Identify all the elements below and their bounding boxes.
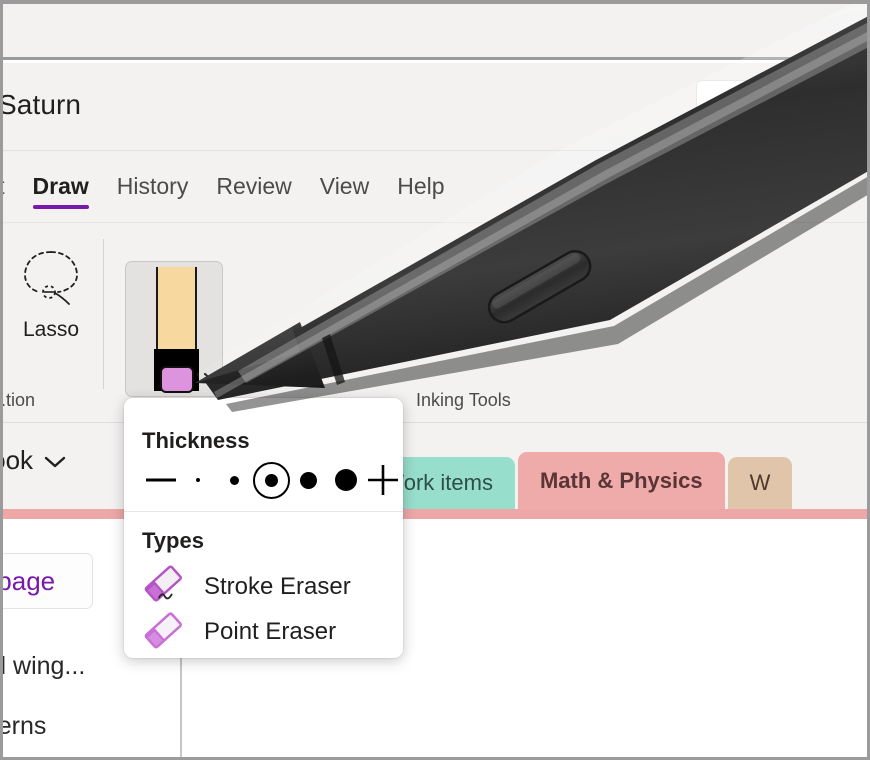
thickness-option-1[interactable] (179, 460, 216, 500)
section-tab-math-physics[interactable]: Math & Physics (518, 452, 725, 509)
search-icon (719, 93, 745, 119)
lasso-select-button[interactable]: Lasso (0, 247, 103, 342)
group-label-selection: ...tion (0, 390, 35, 411)
thickness-heading: Thickness (142, 428, 250, 454)
section-tab-w[interactable]: W (728, 457, 793, 509)
thickness-option-5[interactable] (327, 460, 364, 500)
type-option-stroke-eraser[interactable]: Stroke Eraser (142, 565, 351, 609)
types-heading: Types (142, 528, 204, 554)
plus-icon (367, 464, 399, 496)
ribbon-tabstrip: Insert Draw History Review View Help (3, 151, 867, 223)
point-eraser-label: Point Eraser (204, 618, 336, 646)
tab-draw[interactable]: Draw (19, 151, 103, 223)
search-placeholder: Search (759, 94, 826, 118)
lasso-select-label: Lasso (0, 318, 103, 342)
document-title: Saturn (0, 89, 81, 121)
stroke-eraser-icon (142, 564, 184, 611)
ribbon-group-divider (103, 239, 104, 389)
page-list-item-patterns[interactable]: ...tterns (0, 712, 46, 741)
thickness-option-4[interactable] (290, 460, 327, 500)
add-page-button[interactable]: + page (0, 553, 93, 609)
thickness-increase-button[interactable] (364, 460, 401, 500)
search-input[interactable]: Search (697, 81, 870, 130)
type-option-point-eraser[interactable]: Point Eraser (142, 610, 336, 654)
page-list-item-third-wing[interactable]: ...rd wing... (0, 652, 85, 681)
tab-help[interactable]: Help (383, 151, 458, 223)
minus-icon (145, 476, 177, 484)
thickness-selector (142, 460, 401, 500)
eraser-tip (160, 366, 194, 393)
eraser-tool-button[interactable] (125, 261, 223, 397)
stroke-eraser-label: Stroke Eraser (204, 573, 351, 601)
window-titlebar (3, 4, 867, 60)
thickness-selected-ring (253, 462, 290, 499)
thickness-decrease-button[interactable] (142, 460, 179, 500)
lasso-select-icon (18, 296, 84, 313)
chevron-down-icon (43, 445, 67, 476)
app-window: Saturn Search Insert Draw History Review… (0, 0, 870, 760)
eraser-chevron-down-icon[interactable] (202, 370, 222, 388)
flyout-divider (124, 511, 403, 512)
document-header: Saturn Search (3, 63, 867, 151)
eraser-options-flyout: Thickness Types (124, 398, 403, 658)
group-label-inking-tools: Inking Tools (416, 390, 511, 411)
thickness-option-2[interactable] (216, 460, 253, 500)
tab-insert[interactable]: Insert (0, 151, 19, 223)
thickness-option-3[interactable] (253, 460, 290, 500)
tab-review[interactable]: Review (202, 151, 305, 223)
notebook-selector-label: ...book (0, 445, 33, 476)
eraser-body (156, 267, 197, 349)
tab-history[interactable]: History (103, 151, 203, 223)
tab-view[interactable]: View (306, 151, 383, 223)
notebook-selector-button[interactable]: ...book (0, 445, 67, 476)
point-eraser-icon (142, 609, 184, 656)
